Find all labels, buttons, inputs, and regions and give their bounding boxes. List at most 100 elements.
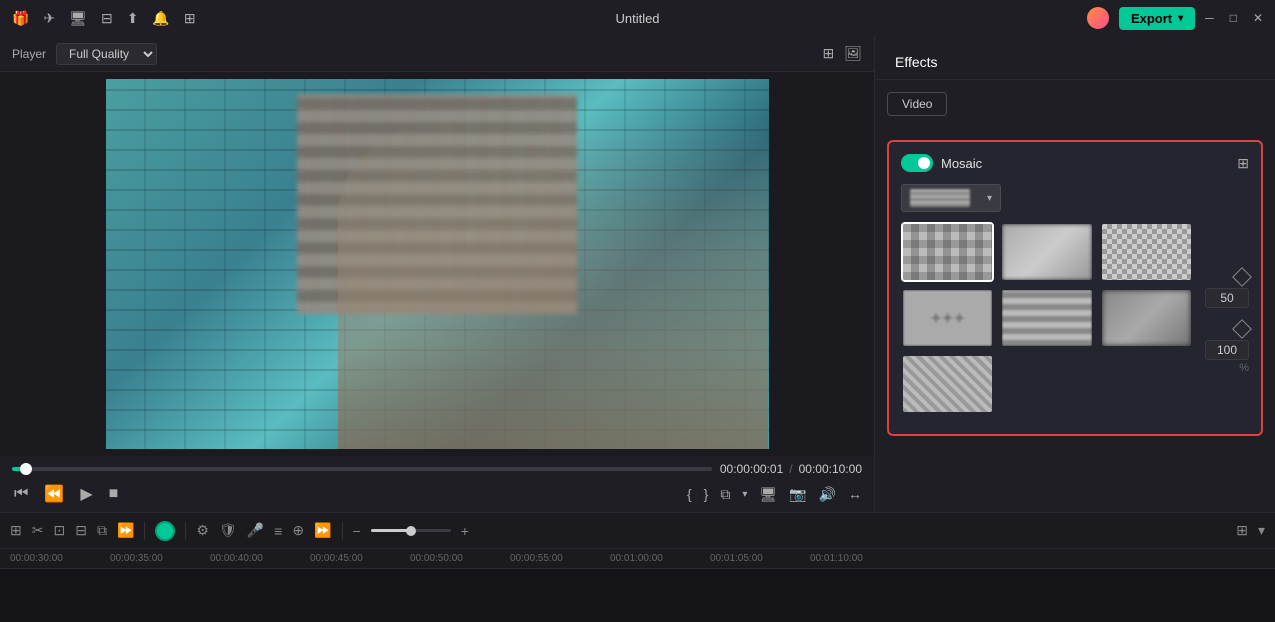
titlebar: 🎁 ✈ 🖥 ⊟ ⬆ 🔔 ⊞ Untitled Export ▾ ─ □ ✕ bbox=[0, 0, 1275, 36]
slider-value-1[interactable]: 50 bbox=[1205, 288, 1249, 308]
tl-add-icon[interactable]: ⊞ bbox=[10, 522, 22, 539]
timeline-zoom-slider[interactable] bbox=[371, 529, 451, 532]
bracket-open-icon[interactable]: { bbox=[687, 486, 692, 502]
tl-chevron-icon[interactable]: ▾ bbox=[1258, 522, 1265, 539]
back-frame-button[interactable]: ⏪ bbox=[42, 482, 66, 506]
gift-icon[interactable]: 🎁 bbox=[12, 10, 29, 27]
upload-icon[interactable]: ⬆ bbox=[127, 10, 139, 27]
slider-group-2: 100 % bbox=[1205, 322, 1249, 374]
tl-clone-icon[interactable]: ⊕ bbox=[292, 522, 304, 539]
slider-value-2[interactable]: 100 bbox=[1205, 340, 1249, 360]
tl-settings-icon[interactable]: ⚙ bbox=[196, 522, 209, 539]
person-area bbox=[338, 79, 769, 449]
pattern-item-3[interactable] bbox=[1100, 222, 1193, 282]
dropdown-preview bbox=[910, 189, 970, 207]
timeline-tracks bbox=[0, 569, 1275, 622]
stop-button[interactable]: ■ bbox=[107, 483, 121, 505]
grid-icon[interactable]: ⊞ bbox=[184, 10, 196, 27]
back-skip-button[interactable]: ⏮ bbox=[12, 483, 30, 505]
tl-trim-icon[interactable]: ⊟ bbox=[75, 522, 87, 539]
tl-split-icon[interactable]: ✂ bbox=[32, 522, 44, 539]
bell-icon[interactable]: 🔔 bbox=[152, 10, 169, 27]
tl-expand-icon[interactable]: ⏩ bbox=[314, 522, 331, 539]
tl-group-icon[interactable]: ⊡ bbox=[53, 522, 65, 539]
pattern-item-4[interactable]: ✦✦✦ bbox=[901, 288, 994, 348]
pattern-item-7[interactable] bbox=[901, 354, 994, 414]
video-tab-row: Video bbox=[887, 92, 1263, 128]
main-area: Player Full Quality Half Quality ⊞ 🖼 bbox=[0, 36, 1275, 512]
bracket-close-icon[interactable]: } bbox=[704, 486, 709, 502]
tl-shield-icon[interactable]: 🛡 bbox=[219, 522, 237, 539]
effects-content: Video Mosaic ⊞ ▾ bbox=[875, 80, 1275, 512]
audio-icon[interactable]: 🔊 bbox=[819, 486, 836, 503]
ruler-mark-2: 00:00:40:00 bbox=[210, 553, 310, 564]
maximize-button[interactable]: □ bbox=[1230, 11, 1237, 25]
pattern-item-5[interactable] bbox=[1000, 288, 1093, 348]
progress-thumb[interactable] bbox=[20, 463, 32, 475]
timeline-toolbar: ⊞ ✂ ⊡ ⊟ ⧉ ⏩ ⚙ 🛡 🎤 ≡ ⊕ ⏩ − + ⊞ ▾ bbox=[0, 513, 1275, 549]
ruler-mark-3: 00:00:45:00 bbox=[310, 553, 410, 564]
time-display: 00:00:00:01 / 00:00:10:00 bbox=[720, 462, 862, 476]
app-title: Untitled bbox=[615, 11, 659, 26]
mosaic-settings-icon[interactable]: ⊞ bbox=[1237, 155, 1249, 172]
avatar[interactable] bbox=[1087, 7, 1109, 29]
video-background bbox=[106, 79, 769, 449]
image-view-icon[interactable]: 🖼 bbox=[844, 45, 862, 62]
play-button[interactable]: ▶ bbox=[78, 482, 94, 506]
timeline-ruler: 00:00:30:00 00:00:35:00 00:00:40:00 00:0… bbox=[0, 549, 1275, 569]
tl-list-icon[interactable]: ≡ bbox=[274, 523, 282, 539]
pattern-dropdown[interactable]: ▾ bbox=[901, 184, 1001, 212]
effects-tab[interactable]: Effects bbox=[891, 46, 942, 80]
ruler-mark-0: 00:00:30:00 bbox=[10, 553, 110, 564]
titlebar-right: Export ▾ ─ □ ✕ bbox=[1087, 7, 1263, 30]
slider-diamond-1[interactable] bbox=[1232, 267, 1252, 287]
send-icon[interactable]: ✈ bbox=[43, 10, 55, 27]
mosaic-toggle[interactable] bbox=[901, 154, 933, 172]
slider-group-1: 50 bbox=[1205, 270, 1249, 308]
crop-chevron[interactable]: ▾ bbox=[742, 489, 747, 500]
tl-minus-icon[interactable]: − bbox=[353, 523, 361, 539]
ruler-mark-8: 00:01:10:00 bbox=[810, 553, 910, 564]
player-toolbar: Player Full Quality Half Quality ⊞ 🖼 bbox=[0, 36, 874, 72]
tl-plus-icon[interactable]: + bbox=[461, 523, 469, 539]
close-button[interactable]: ✕ bbox=[1253, 11, 1263, 25]
record-button[interactable] bbox=[155, 521, 175, 541]
zoom-slider-fill bbox=[371, 529, 411, 532]
tl-mic-icon[interactable]: 🎤 bbox=[247, 522, 264, 539]
pattern-item-6[interactable] bbox=[1100, 288, 1193, 348]
sliders-section: ✦✦✦ bbox=[901, 222, 1249, 422]
crop-icon[interactable]: ⧉ bbox=[720, 486, 730, 503]
dropdown-chevron-icon: ▾ bbox=[987, 193, 992, 204]
tl-fast-icon[interactable]: ⏩ bbox=[117, 522, 134, 539]
quad-view-icon[interactable]: ⊞ bbox=[822, 45, 834, 62]
transform-icon[interactable]: ↔ bbox=[848, 486, 862, 502]
minimize-button[interactable]: ─ bbox=[1205, 11, 1214, 25]
bottom-area: ⊞ ✂ ⊡ ⊟ ⧉ ⏩ ⚙ 🛡 🎤 ≡ ⊕ ⏩ − + ⊞ ▾ 00:00:30… bbox=[0, 512, 1275, 622]
quality-select[interactable]: Full Quality Half Quality bbox=[56, 43, 157, 65]
pattern-item-1[interactable] bbox=[901, 222, 994, 282]
right-panel: Effects Video Mosaic ⊞ ▾ bbox=[875, 36, 1275, 512]
pattern-item-2[interactable] bbox=[1000, 222, 1093, 282]
patterns-col: ✦✦✦ bbox=[901, 222, 1193, 422]
zoom-slider-thumb[interactable] bbox=[406, 526, 416, 536]
screen-cast-icon[interactable]: 🖥 bbox=[759, 486, 777, 503]
pattern-grid: ✦✦✦ bbox=[901, 222, 1193, 414]
minus-icon[interactable]: ⊟ bbox=[101, 10, 113, 27]
tl-separator-2 bbox=[185, 522, 186, 540]
player-label: Player bbox=[12, 47, 46, 61]
tl-layout-icon[interactable]: ⊞ bbox=[1236, 522, 1248, 539]
titlebar-left-icons: 🎁 ✈ 🖥 ⊟ ⬆ 🔔 ⊞ bbox=[12, 10, 196, 27]
controls-row: ⏮ ⏪ ▶ ■ { } ⧉ ▾ 🖥 📷 🔊 ↔ bbox=[12, 482, 862, 506]
progress-track[interactable] bbox=[12, 467, 712, 471]
video-frame bbox=[106, 79, 769, 449]
tl-separator-1 bbox=[144, 522, 145, 540]
slider-diamond-2[interactable] bbox=[1232, 319, 1252, 339]
monitor-icon[interactable]: 🖥 bbox=[69, 10, 87, 27]
total-time: 00:00:10:00 bbox=[799, 462, 862, 476]
tl-crop-icon[interactable]: ⧉ bbox=[97, 522, 107, 539]
dropdown-row: ▾ bbox=[901, 184, 1249, 212]
export-button[interactable]: Export ▾ bbox=[1119, 7, 1195, 30]
ruler-mark-4: 00:00:50:00 bbox=[410, 553, 510, 564]
video-tab-button[interactable]: Video bbox=[887, 92, 947, 116]
snapshot-icon[interactable]: 📷 bbox=[789, 486, 806, 503]
